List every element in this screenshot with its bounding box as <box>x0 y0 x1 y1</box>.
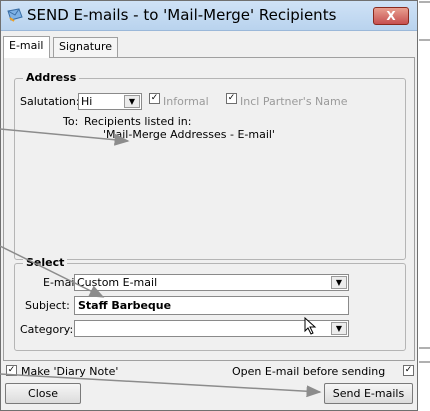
tab-signature[interactable]: Signature <box>53 37 119 58</box>
chevron-down-icon[interactable]: ▼ <box>331 276 347 289</box>
select-legend: Select <box>23 256 68 269</box>
window-title: SEND E-mails - to 'Mail-Merge' Recipient… <box>27 6 337 24</box>
address-legend: Address <box>23 71 80 84</box>
email-app-icon <box>7 8 23 22</box>
tab-strip: E-mail Signature <box>3 36 415 58</box>
email-template-select[interactable]: Custom E-mail ▼ <box>74 274 349 291</box>
salutation-select[interactable]: Hi ▼ <box>78 93 142 110</box>
salutation-label: Salutation: <box>20 95 80 108</box>
chevron-down-icon[interactable]: ▼ <box>331 322 347 335</box>
recipients-line: Recipients listed in: <box>84 115 192 128</box>
diary-note-label: Make 'Diary Note' <box>21 365 119 378</box>
email-tab-panel: Address Salutation: Hi ▼ ✓ Informal ✓ In… <box>3 57 415 361</box>
email-template-label: E-mail <box>43 276 78 289</box>
subject-label: Subject: <box>25 299 70 312</box>
send-emails-dialog: SEND E-mails - to 'Mail-Merge' Recipient… <box>0 0 418 411</box>
salutation-value: Hi <box>81 95 93 108</box>
title-bar[interactable]: SEND E-mails - to 'Mail-Merge' Recipient… <box>1 1 417 31</box>
send-emails-button[interactable]: Send E-mails <box>324 383 413 404</box>
informal-checkbox[interactable]: ✓ <box>149 93 160 104</box>
incl-partner-checkbox[interactable]: ✓ <box>226 93 237 104</box>
open-before-send-label: Open E-mail before sending <box>232 365 386 378</box>
informal-label: Informal <box>163 95 209 108</box>
address-group: Address Salutation: Hi ▼ ✓ Informal ✓ In… <box>14 71 406 260</box>
mouse-cursor-icon <box>304 317 317 335</box>
open-before-send-checkbox[interactable]: ✓ <box>403 365 414 376</box>
tab-email[interactable]: E-mail <box>3 36 50 58</box>
email-template-value: Custom E-mail <box>77 276 158 289</box>
incl-partner-label: Incl Partner's Name <box>240 95 348 108</box>
close-button[interactable]: Close <box>5 383 81 404</box>
subject-input[interactable]: Staff Barbeque <box>74 296 349 315</box>
category-label: Category: <box>20 323 74 336</box>
to-label: To: <box>63 115 79 128</box>
chevron-down-icon[interactable]: ▼ <box>124 95 140 108</box>
recipients-source: 'Mail-Merge Addresses - E-mail' <box>103 128 275 141</box>
diary-note-checkbox[interactable]: ✓ <box>6 365 17 376</box>
select-group: Select E-mail Custom E-mail ▼ Subject: S… <box>14 256 406 351</box>
close-window-button[interactable]: X <box>373 7 409 25</box>
